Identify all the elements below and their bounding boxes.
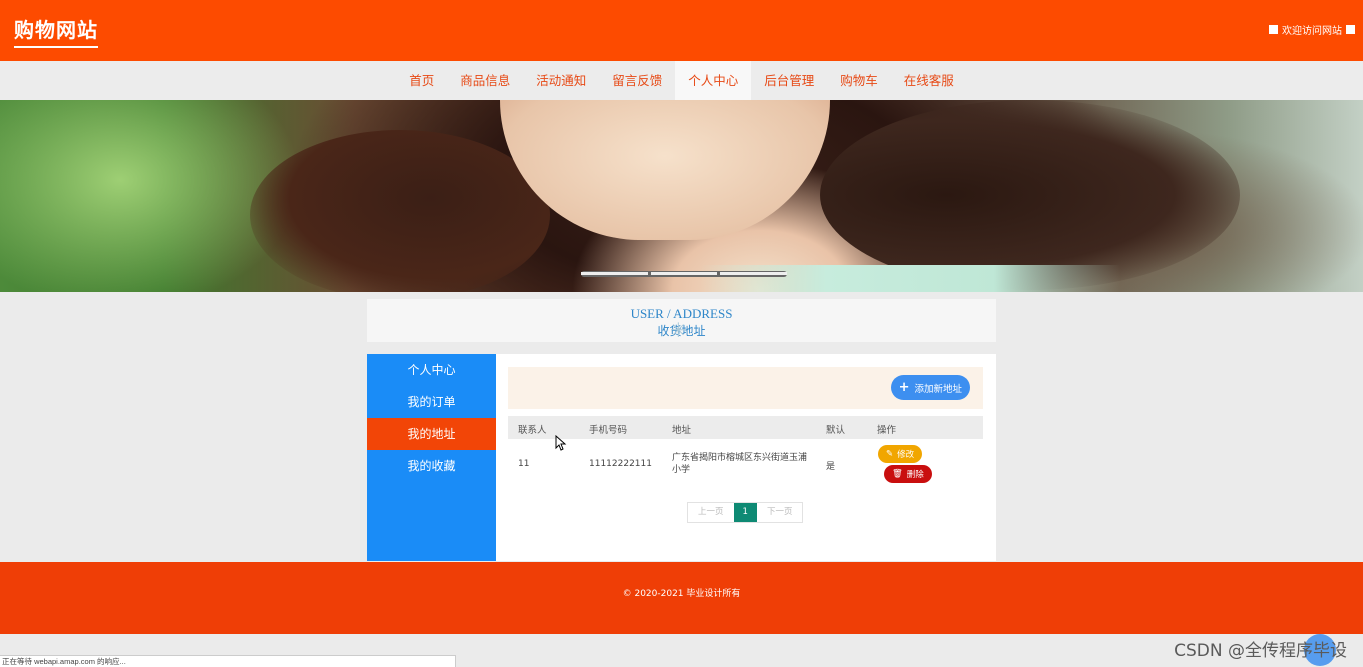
- edit-button[interactable]: ✎ 修改: [878, 445, 923, 463]
- square-icon: [1269, 25, 1278, 34]
- site-header: 购物网站 欢迎访问网站: [0, 0, 1363, 61]
- address-line: 小学: [672, 465, 691, 475]
- nav-item-customer-service[interactable]: 在线客服: [891, 61, 967, 100]
- carousel-dot[interactable]: [650, 272, 718, 275]
- sidebar-item-user-center[interactable]: 个人中心: [367, 354, 496, 386]
- welcome-label: 欢迎访问网站: [1282, 26, 1342, 37]
- column-header: 联系人: [518, 425, 547, 436]
- banner-image-part: [250, 130, 550, 292]
- nav-item-feedback[interactable]: 留言反馈: [599, 61, 675, 100]
- pencil-icon: ✎: [886, 449, 894, 459]
- main-nav: 首页 商品信息 活动通知 留言反馈 个人中心 后台管理 购物车 在线客服: [0, 61, 1363, 100]
- edit-label: 修改: [897, 450, 915, 460]
- nav-item-events[interactable]: 活动通知: [523, 61, 599, 100]
- address-panel: + 添加新地址 联系人 手机号码 地址 默认 操作 11 11112222111…: [496, 354, 996, 561]
- table-row: 11 11112222111 广东省揭阳市榕城区东兴街道玉浦 小学 是 ✎ 修改…: [508, 441, 983, 486]
- nav-item-user-center[interactable]: 个人中心: [675, 61, 752, 100]
- carousel-dot[interactable]: [720, 272, 788, 275]
- add-address-button[interactable]: + 添加新地址: [890, 375, 970, 400]
- table-header: 联系人 手机号码 地址 默认 操作: [508, 416, 983, 439]
- address-cell: 广东省揭阳市榕城区东兴街道玉浦 小学: [672, 452, 812, 476]
- welcome-text: 欢迎访问网站: [1269, 22, 1355, 37]
- nav-item-admin[interactable]: 后台管理: [751, 61, 827, 100]
- page-number-button[interactable]: 1: [733, 503, 757, 522]
- nav-item-home[interactable]: 首页: [396, 61, 447, 100]
- address-line: 广东省揭阳市榕城区东兴街道玉浦: [672, 453, 808, 463]
- delete-button[interactable]: 🗑 删除: [884, 465, 932, 483]
- site-logo[interactable]: 购物网站: [14, 14, 98, 48]
- sidebar-item-favorites[interactable]: 我的收藏: [367, 450, 496, 482]
- add-address-label: 添加新地址: [914, 383, 962, 395]
- nav-item-products[interactable]: 商品信息: [447, 61, 523, 100]
- next-page-button[interactable]: 下一页: [756, 503, 803, 522]
- column-header: 默认: [826, 425, 846, 436]
- carousel-dot[interactable]: [581, 272, 648, 275]
- copyright-text: © 2020-2021 毕业设计所有: [622, 589, 741, 599]
- sidebar-item-address[interactable]: 我的地址: [367, 418, 496, 450]
- browser-status-bar: 正在等待 webapi.amap.com 的响应...: [0, 655, 456, 667]
- phone-cell: 11112222111: [589, 459, 652, 469]
- pagination: 上一页 1 下一页: [687, 502, 804, 523]
- contact-cell: 11: [518, 459, 530, 469]
- column-header: 手机号码: [589, 425, 628, 436]
- sidebar-item-orders[interactable]: 我的订单: [367, 386, 496, 418]
- toolbar: + 添加新地址: [508, 367, 983, 409]
- column-header: 操作: [877, 425, 897, 436]
- plus-icon: +: [898, 380, 910, 395]
- banner-image-part: [700, 265, 1120, 292]
- prev-page-button[interactable]: 上一页: [688, 503, 734, 522]
- delete-label: 删除: [906, 470, 924, 480]
- site-footer: © 2020-2021 毕业设计所有: [0, 562, 1363, 634]
- square-icon: [1346, 25, 1355, 34]
- column-header: 地址: [672, 425, 692, 436]
- watermark-text: CSDN @全传程序毕设: [1174, 641, 1347, 661]
- banner-image-part: [820, 100, 1240, 290]
- trash-icon: 🗑: [892, 469, 903, 479]
- user-sidebar: 个人中心 我的订单 我的地址 我的收藏: [367, 354, 496, 561]
- nav-item-cart[interactable]: 购物车: [827, 61, 891, 100]
- mouse-cursor-icon: [555, 435, 567, 451]
- banner-carousel[interactable]: [0, 100, 1363, 292]
- carousel-indicator: [581, 271, 788, 277]
- loading-spinner-icon: ✳: [670, 320, 687, 342]
- default-cell: 是: [826, 462, 836, 472]
